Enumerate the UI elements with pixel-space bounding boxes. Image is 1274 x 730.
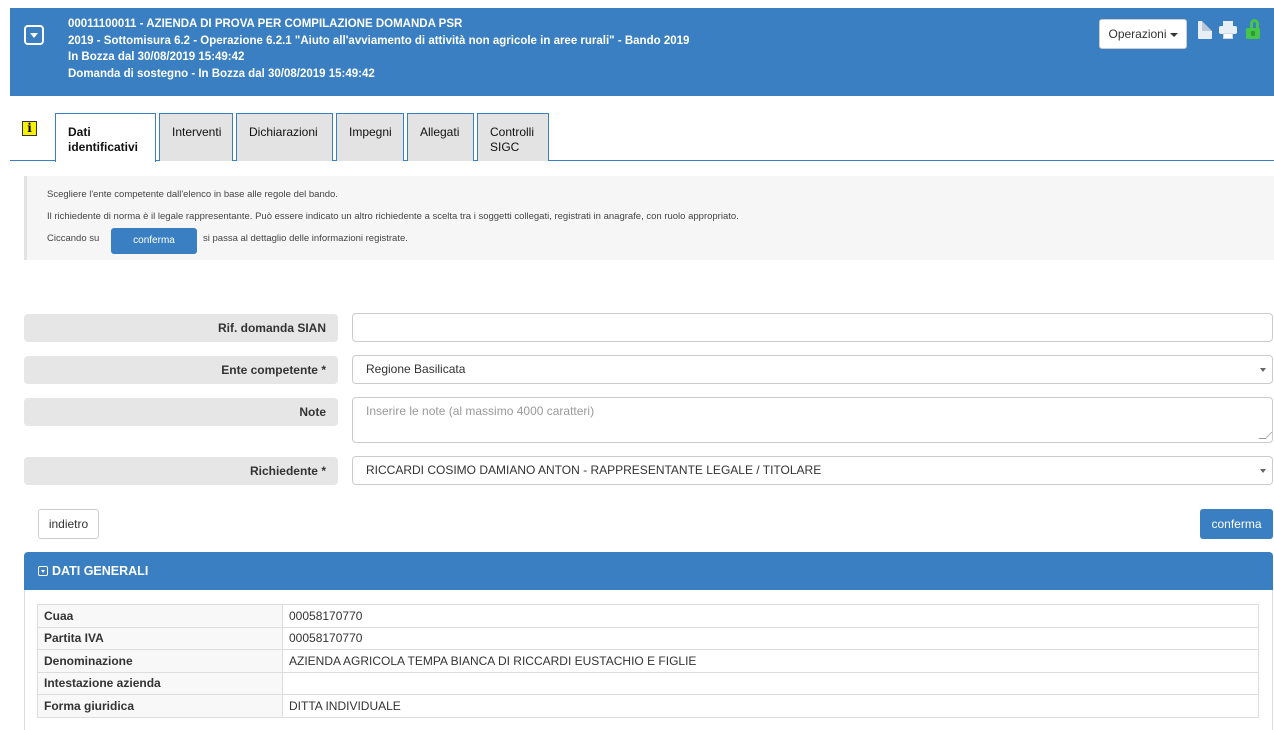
row-value: 00058170770 [282, 626, 1259, 650]
richiedente-select[interactable]: RICCARDI COSIMO DAMIANO ANTON - RAPPRESE… [352, 456, 1273, 485]
caret-down-icon [1169, 32, 1178, 37]
dati-generali-header[interactable]: DATI GENERALI [24, 552, 1273, 590]
tab-controlli-sigc[interactable]: Controlli SIGC [477, 113, 549, 161]
row-key: Forma giuridica [37, 694, 283, 718]
tab-impegni[interactable]: Impegni [336, 113, 404, 161]
inline-conferma-button[interactable]: conferma [111, 228, 197, 254]
instruction-line-3-after: si passa al dettaglio delle informazioni… [203, 233, 408, 244]
instruction-line-2: Il richiedente di norma è il legale rapp… [47, 211, 739, 222]
richiedente-value: RICCARDI COSIMO DAMIANO ANTON - RAPPRESE… [366, 463, 822, 477]
header-line-bando: 2019 - Sottomisura 6.2 - Operazione 6.2.… [68, 34, 690, 47]
tab-label: Impegni [349, 125, 392, 139]
dati-generali-table: Cuaa 00058170770 Partita IVA 00058170770 D… [37, 604, 1259, 718]
operations-label: Operazioni [1108, 27, 1167, 41]
tab-dichiarazioni[interactable]: Dichiarazioni [236, 113, 333, 161]
header-line-stato: In Bozza dal 30/08/2019 15:49:42 [68, 51, 245, 63]
note-label: Note [24, 398, 338, 426]
tab-allegati[interactable]: Allegati [407, 113, 474, 161]
tab-label: Dichiarazioni [249, 125, 318, 139]
table-row: Partita IVA 00058170770 [37, 626, 1259, 650]
row-key: Denominazione [37, 649, 283, 673]
richiedente-label: Richiedente * [24, 457, 338, 485]
rif-domanda-input[interactable] [352, 313, 1273, 342]
row-value [282, 671, 1259, 695]
ente-competente-select[interactable]: Regione Basilicata [352, 355, 1273, 384]
dati-generali-title: DATI GENERALI [52, 564, 149, 578]
tab-label: Allegati [420, 125, 460, 139]
row-value: AZIENDA AGRICOLA TEMPA BIANCA DI RICCARD… [282, 649, 1259, 673]
operations-dropdown-button[interactable]: Operazioni [1099, 19, 1187, 49]
rif-domanda-label: Rif. domanda SIAN [24, 314, 338, 342]
row-key: Cuaa [37, 604, 283, 628]
resize-handle-icon[interactable] [1258, 432, 1273, 439]
ente-competente-label: Ente competente * [24, 356, 338, 384]
confirm-button[interactable]: conferma [1200, 509, 1273, 539]
instructions-box: Scegliere l'ente competente dall'elenco … [24, 176, 1274, 260]
table-row: Intestazione azienda [37, 671, 1259, 695]
dropdown-arrow-icon [1260, 469, 1266, 473]
document-icon[interactable] [1198, 21, 1212, 39]
collapse-icon [38, 566, 48, 576]
header-line-azienda: 00011100011 - AZIENDA DI PROVA PER COMPI… [68, 18, 463, 30]
collapse-toggle-icon[interactable] [24, 25, 44, 45]
tab-label: Interventi [172, 125, 222, 139]
tab-dati-identificativi[interactable]: Dati identificativi [55, 113, 156, 162]
tab-label: Dati identificativi [68, 125, 139, 154]
note-placeholder: Inserire le note (al massimo 4000 caratt… [366, 404, 595, 418]
table-row: Forma giuridica DITTA INDIVIDUALE [37, 694, 1259, 718]
instruction-line-1: Scegliere l'ente competente dall'elenco … [47, 189, 338, 200]
table-row: Denominazione AZIENDA AGRICOLA TEMPA BIAN… [37, 649, 1259, 673]
row-key: Partita IVA [37, 626, 283, 650]
ente-competente-value: Regione Basilicata [366, 362, 466, 376]
row-key: Intestazione azienda [37, 671, 283, 695]
header-info: 00011100011 - AZIENDA DI PROVA PER COMPI… [68, 16, 689, 82]
header-line-domanda: Domanda di sostegno - In Bozza dal 30/08… [68, 67, 375, 80]
row-value: 00058170770 [282, 604, 1259, 628]
row-value: DITTA INDIVIDUALE [282, 694, 1259, 718]
note-textarea[interactable]: Inserire le note (al massimo 4000 caratt… [352, 397, 1273, 443]
instruction-line-3-before: Ciccando su [47, 233, 100, 244]
back-button[interactable]: indietro [38, 509, 99, 539]
info-icon[interactable]: i [22, 121, 37, 136]
tab-interventi[interactable]: Interventi [159, 113, 233, 161]
tab-label: Controlli SIGC [490, 125, 535, 154]
table-row: Cuaa 00058170770 [37, 604, 1259, 628]
dropdown-arrow-icon [1260, 368, 1266, 372]
page-header: 00011100011 - AZIENDA DI PROVA PER COMPI… [10, 8, 1274, 96]
print-icon[interactable] [1219, 21, 1237, 39]
unlock-icon[interactable] [1246, 19, 1262, 39]
